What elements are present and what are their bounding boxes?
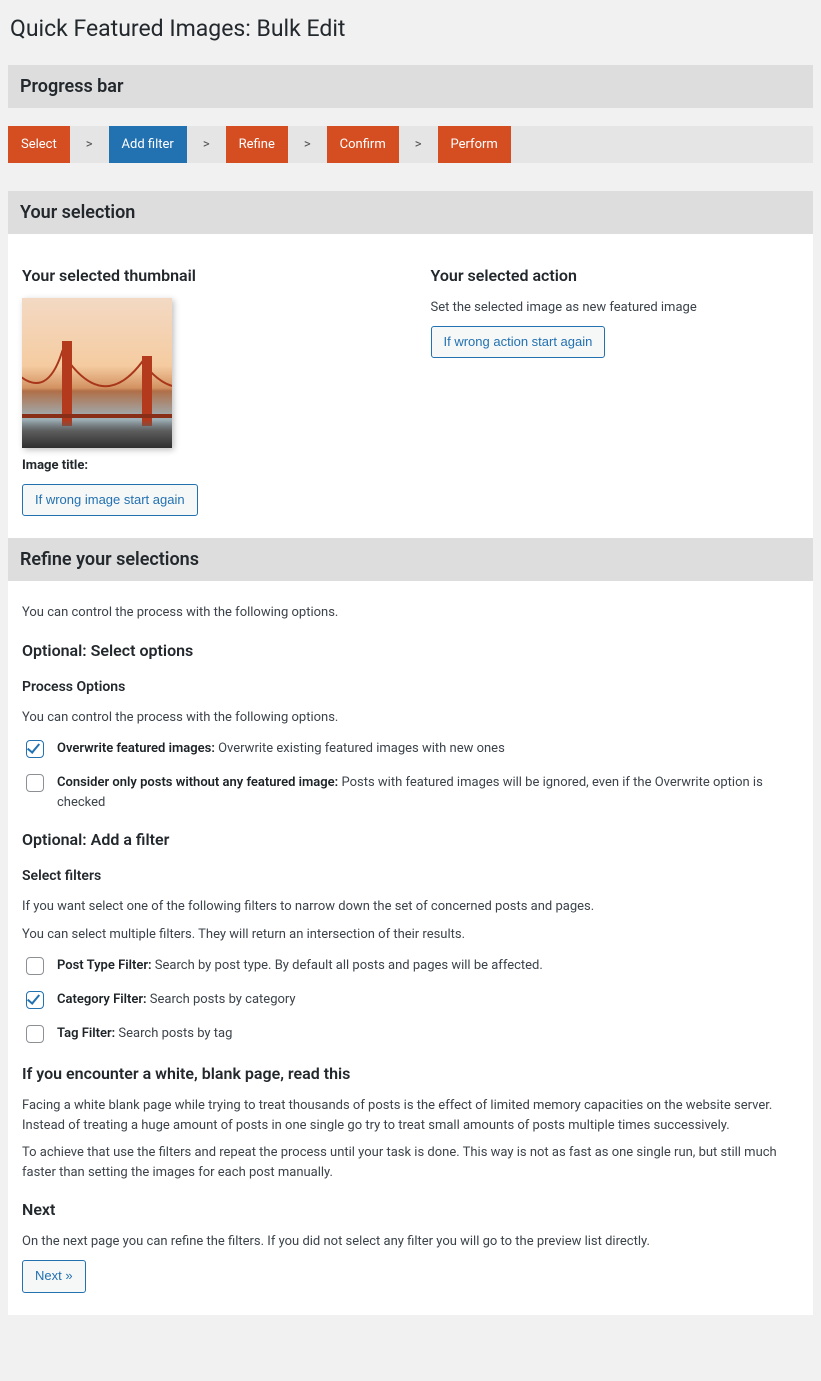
select-filters-heading: Select filters <box>22 866 799 887</box>
only-without-checkbox[interactable] <box>26 774 44 792</box>
tag-filter-label[interactable]: Tag Filter: Search posts by tag <box>57 1024 232 1044</box>
blank-page-p2: To achieve that use the filters and repe… <box>22 1143 799 1182</box>
wrong-action-button[interactable]: If wrong action start again <box>431 326 606 359</box>
progress-step-add-filter[interactable]: Add filter <box>109 126 187 164</box>
overwrite-label[interactable]: Overwrite featured images: Overwrite exi… <box>57 739 505 759</box>
process-options-intro: You can control the process with the fol… <box>22 708 799 728</box>
post-type-filter-checkbox[interactable] <box>26 957 44 975</box>
filters-intro-1: If you want select one of the following … <box>22 897 799 917</box>
process-options-heading: Process Options <box>22 677 799 698</box>
progress-heading: Progress bar <box>8 65 813 108</box>
next-button[interactable]: Next » <box>22 1260 86 1293</box>
only-without-label[interactable]: Consider only posts without any featured… <box>57 773 799 812</box>
selected-thumbnail-image <box>22 298 172 448</box>
selected-thumbnail-heading: Your selected thumbnail <box>22 264 391 288</box>
refine-heading: Refine your selections <box>8 538 813 581</box>
next-desc: On the next page you can refine the filt… <box>22 1232 799 1252</box>
progress-step-select[interactable]: Select <box>8 126 70 164</box>
blank-page-heading: If you encounter a white, blank page, re… <box>22 1062 799 1086</box>
progress-separator: > <box>70 135 109 155</box>
wrong-image-button[interactable]: If wrong image start again <box>22 484 198 517</box>
progress-separator: > <box>399 135 438 155</box>
progress-step-perform[interactable]: Perform <box>438 126 511 164</box>
progress-step-refine[interactable]: Refine <box>226 126 288 164</box>
page-title: Quick Featured Images: Bulk Edit <box>10 12 813 47</box>
options-heading: Optional: Select options <box>22 639 799 663</box>
tag-filter-checkbox[interactable] <box>26 1025 44 1043</box>
blank-page-p1: Facing a white blank page while trying t… <box>22 1096 799 1135</box>
filters-intro-2: You can select multiple filters. They wi… <box>22 925 799 945</box>
selected-action-heading: Your selected action <box>431 264 800 288</box>
progress-step-confirm[interactable]: Confirm <box>327 126 399 164</box>
progress-separator: > <box>288 135 327 155</box>
selected-action-desc: Set the selected image as new featured i… <box>431 298 800 318</box>
selection-heading: Your selection <box>8 191 813 234</box>
category-filter-checkbox[interactable] <box>26 991 44 1009</box>
image-title-label: Image title: <box>22 458 88 473</box>
category-filter-label[interactable]: Category Filter: Search posts by categor… <box>57 990 296 1010</box>
progress-separator: > <box>187 135 226 155</box>
progress-bar: Select > Add filter > Refine > Confirm >… <box>8 126 813 164</box>
add-filter-heading: Optional: Add a filter <box>22 828 799 852</box>
overwrite-checkbox[interactable] <box>26 740 44 758</box>
post-type-filter-label[interactable]: Post Type Filter: Search by post type. B… <box>57 956 543 976</box>
next-heading: Next <box>22 1198 799 1222</box>
refine-intro: You can control the process with the fol… <box>22 603 799 623</box>
